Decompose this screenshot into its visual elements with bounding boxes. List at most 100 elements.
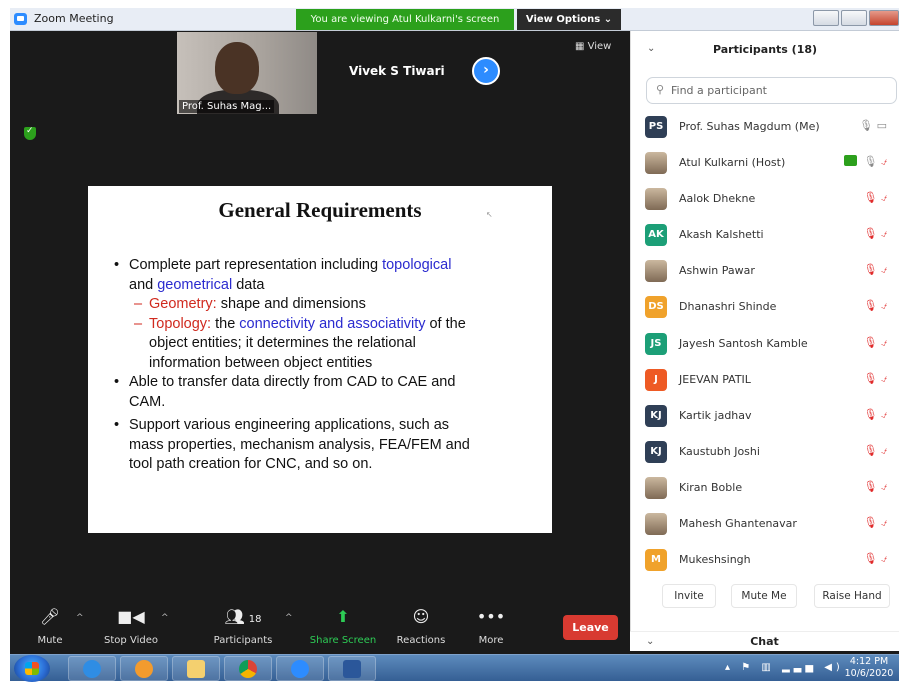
microphone-icon[interactable]: 🎙︎ xyxy=(859,119,873,132)
view-button[interactable]: ▦ View xyxy=(575,41,611,52)
participant-row[interactable]: J JEEVAN PATIL 🎙︎ ⍻ xyxy=(631,362,899,398)
mic-muted-icon[interactable]: 🎙︎ xyxy=(863,408,877,421)
participant-row[interactable]: AK Akash Kalshetti 🎙︎ ⍻ xyxy=(631,217,899,253)
minimize-button[interactable] xyxy=(813,10,839,26)
participant-list: PS Prof. Suhas Magdum (Me) 🎙︎ ▭ Atul Kul… xyxy=(631,109,899,578)
participant-row[interactable]: Mahesh Ghantenavar 🎙︎ ⍻ xyxy=(631,506,899,542)
video-muted-icon[interactable]: ⍻ xyxy=(881,444,887,457)
mic-muted-icon[interactable]: 🎙︎ xyxy=(863,552,877,565)
video-muted-icon[interactable]: ⍻ xyxy=(881,299,887,312)
status-icons: 🎙︎ ⍻ xyxy=(863,408,887,422)
maximize-button[interactable] xyxy=(841,10,867,26)
leave-button[interactable]: Leave xyxy=(563,615,618,640)
mic-muted-icon[interactable]: 🎙︎ xyxy=(863,299,877,312)
clock-time: 4:12 PM xyxy=(849,656,889,667)
close-button[interactable] xyxy=(869,10,899,26)
participant-name: Kaustubh Joshi xyxy=(679,444,760,458)
reactions-button[interactable]: ☺ Reactions xyxy=(386,607,456,646)
microphone-icon[interactable]: 🎙︎ xyxy=(863,155,877,168)
encryption-shield-icon[interactable] xyxy=(24,126,36,140)
mic-muted-icon[interactable]: 🎙︎ xyxy=(863,444,877,457)
next-page-button[interactable]: › xyxy=(472,57,500,85)
status-icons: 🎙︎ ⍻ xyxy=(863,299,887,313)
mic-muted-icon[interactable]: 🎙︎ xyxy=(863,516,877,529)
video-off-icon[interactable]: ▭ xyxy=(877,119,887,132)
mic-muted-icon[interactable]: 🎙︎ xyxy=(863,263,877,276)
more-icon: ••• xyxy=(476,607,506,626)
video-muted-icon[interactable]: ⍻ xyxy=(881,263,887,276)
self-video-tile[interactable]: Prof. Suhas Mag... xyxy=(177,32,317,114)
video-muted-icon[interactable]: ⍻ xyxy=(881,155,887,168)
participant-row[interactable]: KJ Kaustubh Joshi 🎙︎ ⍻ xyxy=(631,434,899,470)
video-camera-icon: ■◀ xyxy=(117,607,145,626)
system-tray-icons[interactable]: ▴ ⚑ ▥ ▂▃▅ ◀) xyxy=(725,662,844,673)
panel-actions: Invite Mute Me Raise Hand xyxy=(631,582,899,612)
video-muted-icon[interactable]: ⍻ xyxy=(881,336,887,349)
participant-row[interactable]: PS Prof. Suhas Magdum (Me) 🎙︎ ▭ xyxy=(631,109,899,145)
internet-explorer-icon[interactable] xyxy=(68,656,116,681)
video-options-caret[interactable]: ^ xyxy=(161,613,169,623)
status-icons: 🎙︎ ⍻ xyxy=(863,227,887,241)
participant-row[interactable]: KJ Kartik jadhav 🎙︎ ⍻ xyxy=(631,398,899,434)
chat-bar[interactable]: ⌄ Chat xyxy=(630,631,899,651)
share-screen-button[interactable]: ⬆ Share Screen xyxy=(308,607,378,646)
mic-muted-icon[interactable]: 🎙︎ xyxy=(863,191,877,204)
stop-video-button[interactable]: ■◀ Stop Video xyxy=(96,607,166,646)
search-placeholder: Find a participant xyxy=(671,84,767,97)
audio-options-caret[interactable]: ^ xyxy=(76,613,84,623)
video-muted-icon[interactable]: ⍻ xyxy=(881,408,887,421)
bullet-1: Complete part representation including t… xyxy=(112,256,532,295)
chrome-icon[interactable] xyxy=(224,656,272,681)
panel-header: ⌄ Participants (18) xyxy=(631,31,899,67)
windows-taskbar: ▴ ⚑ ▥ ▂▃▅ ◀) 4:12 PM 10/6/2020 xyxy=(10,654,899,682)
avatar xyxy=(645,188,667,211)
participant-name: Prof. Suhas Magdum (Me) xyxy=(679,120,820,133)
participant-row[interactable]: Kiran Boble 🎙︎ ⍻ xyxy=(631,470,899,506)
mic-muted-icon[interactable]: 🎙︎ xyxy=(863,372,877,385)
mic-muted-icon[interactable]: 🎙︎ xyxy=(863,336,877,349)
video-muted-icon[interactable]: ⍻ xyxy=(881,516,887,529)
video-muted-icon[interactable]: ⍻ xyxy=(881,552,887,565)
status-icons: 🎙︎ ⍻ xyxy=(844,155,887,169)
panel-title: Participants (18) xyxy=(712,43,818,56)
viewing-banner: You are viewing Atul Kulkarni's screen xyxy=(296,9,514,30)
invite-button[interactable]: Invite xyxy=(662,584,716,608)
video-muted-icon[interactable]: ⍻ xyxy=(881,480,887,493)
participant-row[interactable]: M Mukeshsingh 🎙︎ ⍻ xyxy=(631,542,899,578)
participant-row[interactable]: Atul Kulkarni (Host) 🎙︎ ⍻ xyxy=(631,145,899,181)
video-muted-icon[interactable]: ⍻ xyxy=(881,372,887,385)
word-icon[interactable] xyxy=(328,656,376,681)
window-title: Zoom Meeting xyxy=(34,12,114,25)
video-muted-icon[interactable]: ⍻ xyxy=(881,227,887,240)
video-muted-icon[interactable]: ⍻ xyxy=(881,191,887,204)
file-explorer-icon[interactable] xyxy=(172,656,220,681)
participants-button[interactable]: 👥︎ 18 Participants xyxy=(208,607,278,646)
start-button[interactable] xyxy=(14,655,50,682)
participant-search[interactable]: ⚲ Find a participant xyxy=(646,77,897,104)
more-button[interactable]: ••• More xyxy=(456,607,526,646)
participant-name: Aalok Dhekne xyxy=(679,192,756,206)
participant-row[interactable]: JS Jayesh Santosh Kamble 🎙︎ ⍻ xyxy=(631,326,899,362)
microphone-icon: 🎤︎ xyxy=(39,607,61,626)
mute-me-button[interactable]: Mute Me xyxy=(731,584,797,608)
mic-muted-icon[interactable]: 🎙︎ xyxy=(863,480,877,493)
participants-options-caret[interactable]: ^ xyxy=(285,613,293,623)
cursor-icon: ↖ xyxy=(486,210,493,219)
taskbar-clock[interactable]: 4:12 PM 10/6/2020 xyxy=(843,656,895,680)
meeting-toolbar: 🎤︎ Mute ^ ■◀ Stop Video ^ 👥︎ 18 Participa… xyxy=(10,605,630,656)
mute-button[interactable]: 🎤︎ Mute xyxy=(15,607,85,646)
participant-name: Jayesh Santosh Kamble xyxy=(679,336,808,350)
participant-row[interactable]: DS Dhanashri Shinde 🎙︎ ⍻ xyxy=(631,289,899,325)
view-options-button[interactable]: View Options ⌄ xyxy=(517,9,621,30)
participant-row[interactable]: Aalok Dhekne 🎙︎ ⍻ xyxy=(631,181,899,217)
video-strip: Prof. Suhas Mag... Vivek S Tiwari › xyxy=(177,32,507,114)
raise-hand-button[interactable]: Raise Hand xyxy=(814,584,890,608)
media-player-icon[interactable] xyxy=(120,656,168,681)
avatar: JS xyxy=(645,332,667,355)
participant-row[interactable]: Ashwin Pawar 🎙︎ ⍻ xyxy=(631,253,899,289)
participant-name: Kartik jadhav xyxy=(679,408,752,422)
zoom-taskbar-icon[interactable] xyxy=(276,656,324,681)
status-icons: 🎙︎ ⍻ xyxy=(863,516,887,530)
share-screen-icon: ⬆ xyxy=(336,607,350,626)
mic-muted-icon[interactable]: 🎙︎ xyxy=(863,227,877,240)
